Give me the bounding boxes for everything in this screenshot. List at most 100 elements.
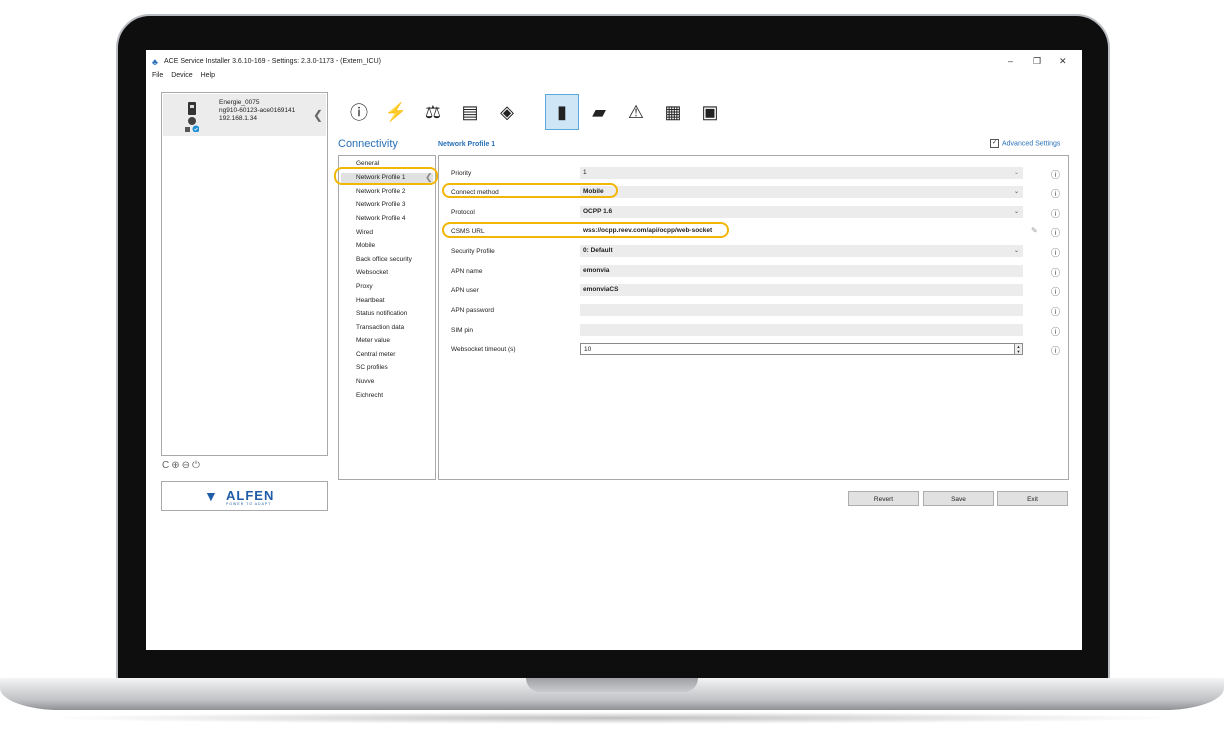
panel-tools[interactable]: C⊕⊖⏻ xyxy=(162,460,202,471)
info-icon[interactable]: ⓘ xyxy=(1051,285,1060,298)
protocol-dropdown[interactable]: OCPP 1.6 ⌄ xyxy=(580,206,1023,218)
minimize-button[interactable]: – xyxy=(1008,56,1013,66)
menu-device[interactable]: Device xyxy=(171,72,192,79)
info-icon[interactable]: ⓘ xyxy=(1051,207,1060,220)
nav-item-transaction-data[interactable]: Transaction data xyxy=(356,324,404,331)
alfen-logo: ▼ ALFEN POWER TO ADAPT xyxy=(161,481,328,511)
exit-button[interactable]: Exit xyxy=(997,491,1068,506)
charger-icon xyxy=(185,102,199,132)
profile-title: Network Profile 1 xyxy=(438,141,496,148)
websocket-timeout-value: 10 xyxy=(584,346,592,353)
info-icon[interactable]: ⓘ xyxy=(1051,187,1060,200)
info-icon[interactable]: ⓘ xyxy=(1051,266,1060,279)
security-profile-dropdown[interactable]: 0: Default ⌄ xyxy=(580,245,1023,257)
alfen-wordmark: ALFEN xyxy=(226,488,275,503)
menu-bar: File Device Help xyxy=(152,72,221,79)
priority-dropdown[interactable]: 1 ⌄ xyxy=(580,167,1023,179)
laptop-chin xyxy=(146,650,1082,672)
image-icon[interactable]: ▰ xyxy=(582,94,616,130)
nav-item-network-profile-4[interactable]: Network Profile 4 xyxy=(356,215,406,222)
nav-item-back-office-security[interactable]: Back office security xyxy=(356,256,412,263)
device-info: Energie_0075 ng910-60123-ace0169141 192.… xyxy=(219,99,295,123)
edit-pencil-icon[interactable]: ✎ xyxy=(1031,226,1038,235)
protocol-label: Protocol xyxy=(451,209,475,216)
close-button[interactable]: ✕ xyxy=(1059,56,1067,67)
warning-icon[interactable]: ⚠ xyxy=(619,94,653,130)
highlight-network-profile-1 xyxy=(334,167,438,185)
security-profile-value: 0: Default xyxy=(583,247,613,254)
app-window: ♣ ACE Service Installer 3.6.10-169 - Set… xyxy=(146,50,1082,650)
chevron-down-icon: ⌄ xyxy=(1013,209,1019,215)
payment-icon[interactable]: ◈ xyxy=(490,94,524,130)
nav-item-status-notification[interactable]: Status notification xyxy=(356,310,407,317)
menu-help[interactable]: Help xyxy=(201,72,215,79)
device-name: Energie_0075 xyxy=(219,99,260,106)
info-icon[interactable]: ⓘ xyxy=(1051,246,1060,259)
power-grid-icon[interactable]: ⚡ xyxy=(379,94,413,130)
revert-button[interactable]: Revert xyxy=(848,491,919,506)
nav-item-websocket[interactable]: Websocket xyxy=(356,269,388,276)
device-panel: Energie_0075 ng910-60123-ace0169141 192.… xyxy=(161,92,328,456)
connectivity-icon[interactable]: ▮ xyxy=(545,94,579,130)
sim-pin-label: SIM pin xyxy=(451,327,474,334)
advanced-settings-toggle[interactable]: ✓ Advanced Settings xyxy=(990,139,1060,148)
apn-name-label: APN name xyxy=(451,268,483,275)
chevron-down-icon: ⌄ xyxy=(1013,189,1019,195)
nav-item-nuvve[interactable]: Nuvve xyxy=(356,378,374,385)
nav-item-general[interactable]: General xyxy=(356,160,379,167)
apn-password-label: APN password xyxy=(451,307,494,314)
chevron-down-icon: ⌄ xyxy=(1013,248,1019,254)
apn-user-label: APN user xyxy=(451,287,479,294)
info-icon[interactable]: ⓘ xyxy=(342,94,376,130)
balance-icon[interactable]: ⚖ xyxy=(416,94,450,130)
alfen-tagline: POWER TO ADAPT xyxy=(226,502,272,506)
info-icon[interactable]: ⓘ xyxy=(1051,305,1060,318)
info-icon[interactable]: ⓘ xyxy=(1051,168,1060,181)
device-card[interactable]: Energie_0075 ng910-60123-ace0169141 192.… xyxy=(163,94,326,136)
card-reader-icon[interactable]: ▤ xyxy=(453,94,487,130)
advanced-settings-checkbox[interactable]: ✓ xyxy=(990,139,999,148)
apn-password-field[interactable] xyxy=(580,304,1023,316)
highlight-connect-method xyxy=(442,183,618,198)
laptop-shadow xyxy=(40,712,1184,724)
apn-user-field[interactable]: emonviaCS xyxy=(580,284,1023,296)
nav-item-sc-profiles[interactable]: SC profiles xyxy=(356,364,388,371)
restore-button[interactable]: ❐ xyxy=(1033,56,1041,67)
nav-item-network-profile-2[interactable]: Network Profile 2 xyxy=(356,188,406,195)
nav-item-wired[interactable]: Wired xyxy=(356,229,373,236)
chevron-down-icon: ⌄ xyxy=(1013,170,1019,176)
app-logo-icon: ♣ xyxy=(152,57,158,67)
device-id: ng910-60123-ace0169141 xyxy=(219,107,296,114)
nav-item-heartbeat[interactable]: Heartbeat xyxy=(356,297,385,304)
monitor-icon[interactable]: ▣ xyxy=(693,94,727,130)
nav-item-mobile[interactable]: Mobile xyxy=(356,242,375,249)
device-ip: 192.168.1.34 xyxy=(219,115,257,122)
priority-label: Priority xyxy=(451,170,472,177)
security-profile-label: Security Profile xyxy=(451,248,495,255)
alfen-mark-icon: ▼ xyxy=(204,488,218,504)
info-icon[interactable]: ⓘ xyxy=(1051,325,1060,338)
advanced-settings-label: Advanced Settings xyxy=(1002,140,1061,148)
websocket-timeout-label: Websocket timeout (s) xyxy=(451,346,516,353)
highlight-csms-url xyxy=(442,222,729,238)
nav-item-network-profile-3[interactable]: Network Profile 3 xyxy=(356,201,406,208)
nav-item-proxy[interactable]: Proxy xyxy=(356,283,373,290)
stepper-arrows-icon[interactable]: ▲ ▼ xyxy=(1014,344,1022,354)
sim-pin-field[interactable] xyxy=(580,324,1023,336)
nav-item-meter-value[interactable]: Meter value xyxy=(356,337,390,344)
protocol-value: OCPP 1.6 xyxy=(583,208,613,215)
document-icon[interactable]: ▦ xyxy=(656,94,690,130)
apn-name-field[interactable]: emonvia xyxy=(580,265,1023,277)
nav-item-eichrecht[interactable]: Eichrecht xyxy=(356,392,383,399)
section-title: Connectivity xyxy=(338,138,398,150)
menu-file[interactable]: File xyxy=(152,72,163,79)
collapse-icon[interactable]: ❮ xyxy=(313,108,323,122)
connect-method-dropdown[interactable]: Mobile ⌄ xyxy=(580,186,1023,198)
websocket-timeout-stepper[interactable]: 10 ▲ ▼ xyxy=(580,343,1023,355)
nav-item-central-meter[interactable]: Central meter xyxy=(356,351,395,358)
info-icon[interactable]: ⓘ xyxy=(1051,226,1060,239)
title-bar: ♣ ACE Service Installer 3.6.10-169 - Set… xyxy=(146,50,1082,72)
save-button[interactable]: Save xyxy=(923,491,994,506)
info-icon[interactable]: ⓘ xyxy=(1051,344,1060,357)
laptop-notch xyxy=(526,678,698,692)
